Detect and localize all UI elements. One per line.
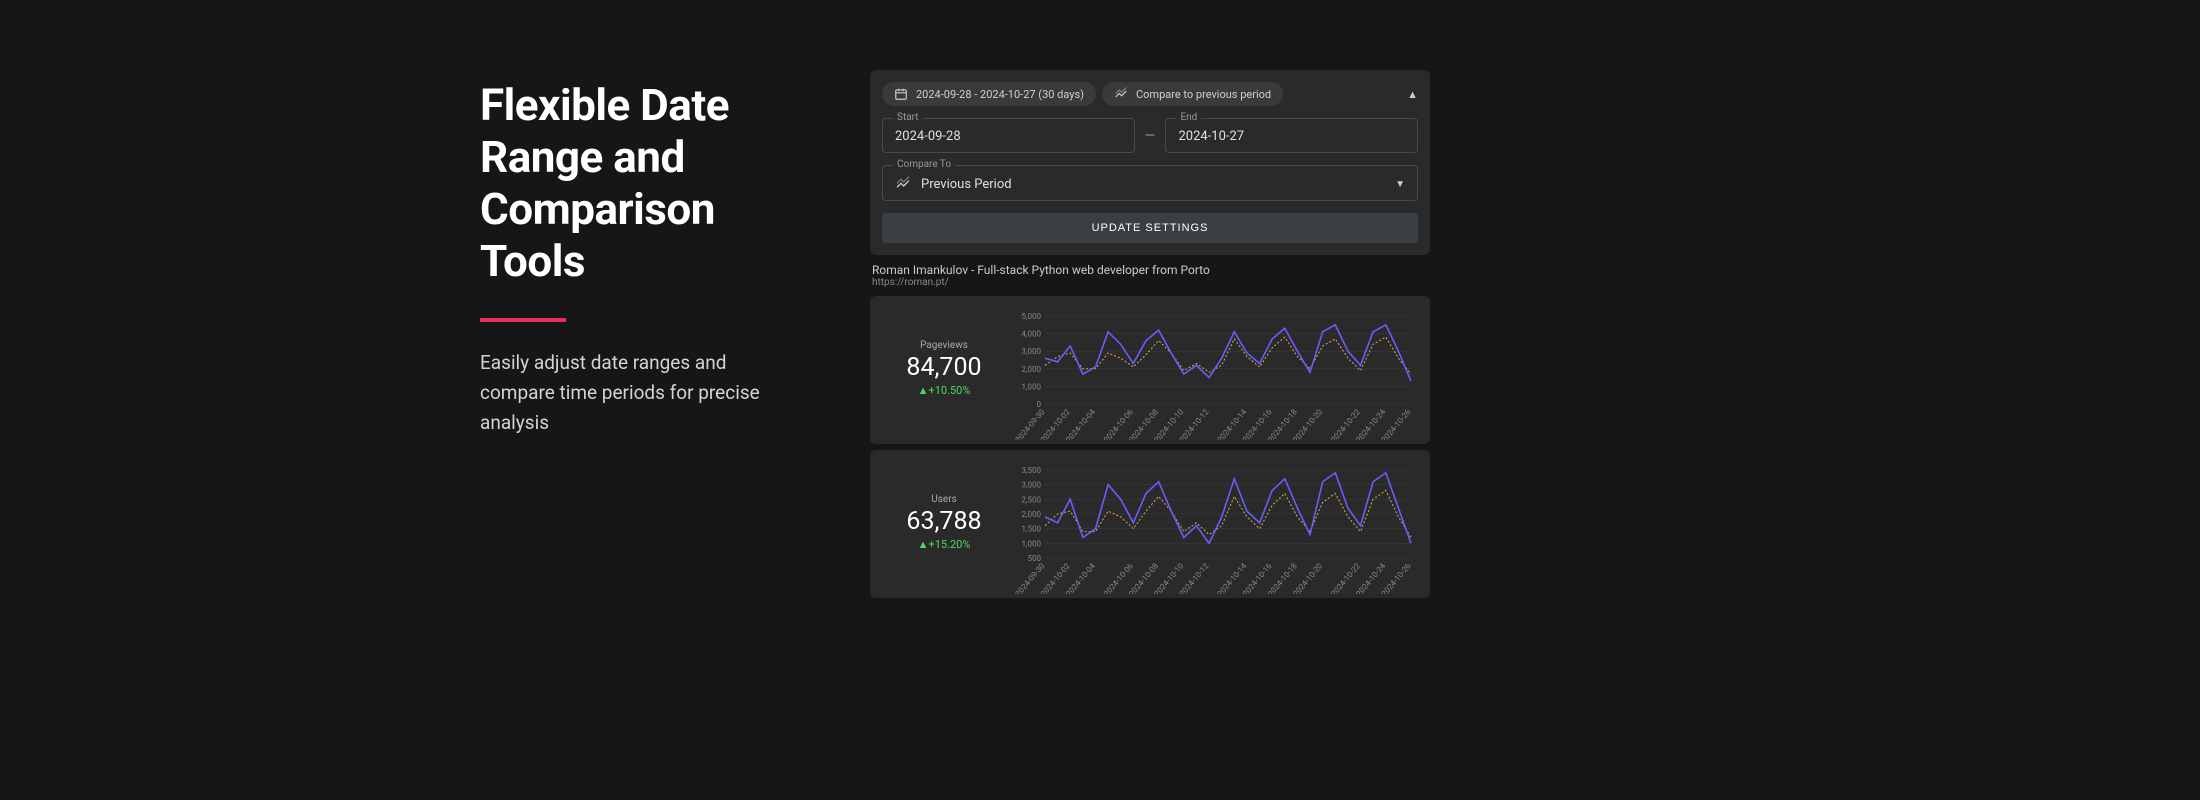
compare-to-value: Previous Period — [921, 177, 1395, 192]
feature-copy: Flexible Date Range and Comparison Tools… — [480, 70, 790, 598]
svg-text:2,500: 2,500 — [1021, 495, 1041, 504]
svg-text:4,000: 4,000 — [1021, 330, 1041, 339]
pageviews-label: Pageviews — [884, 340, 1004, 351]
svg-text:3,000: 3,000 — [1021, 481, 1041, 490]
svg-text:3,000: 3,000 — [1021, 347, 1041, 356]
svg-text:3,500: 3,500 — [1021, 466, 1041, 475]
title-underline — [480, 318, 566, 322]
start-label: Start — [893, 112, 923, 123]
svg-text:1,000: 1,000 — [1021, 539, 1041, 548]
users-label: Users — [884, 494, 1004, 505]
site-meta: Roman Imankulov - Full-stack Python web … — [870, 263, 1430, 290]
pageviews-card: Pageviews 84,700 ▲+10.50% 01,0002,0003,0… — [870, 296, 1430, 444]
svg-text:2,000: 2,000 — [1021, 510, 1041, 519]
compare-to-select[interactable]: Compare To Previous Period ▼ — [882, 165, 1418, 201]
compare-chip-text: Compare to previous period — [1136, 88, 1271, 101]
pageviews-chart: 01,0002,0003,0004,0005,0002024-09-302024… — [1014, 310, 1416, 440]
update-settings-button[interactable]: UPDATE SETTINGS — [882, 213, 1418, 243]
date-range-chip-text: 2024-09-28 - 2024-10-27 (30 days) — [916, 88, 1084, 101]
users-value: 63,788 — [884, 507, 1004, 536]
compare-icon — [1114, 87, 1128, 101]
users-delta: ▲+15.20% — [884, 538, 1004, 551]
end-date-field[interactable]: End 2024-10-27 — [1165, 118, 1418, 153]
site-name: Roman Imankulov - Full-stack Python web … — [872, 263, 1428, 277]
settings-panel: 2024-09-28 - 2024-10-27 (30 days) Compar… — [870, 70, 1430, 255]
pageviews-delta: ▲+10.50% — [884, 384, 1004, 397]
users-chart: 5001,0001,5002,0002,5003,0003,5002024-09… — [1014, 464, 1416, 594]
svg-text:2,000: 2,000 — [1021, 365, 1041, 374]
start-value: 2024-09-28 — [895, 129, 1122, 144]
svg-text:1,500: 1,500 — [1021, 525, 1041, 534]
site-url: https://roman.pt/ — [872, 277, 1428, 288]
users-card: Users 63,788 ▲+15.20% 5001,0001,5002,000… — [870, 450, 1430, 598]
svg-text:5,000: 5,000 — [1021, 312, 1041, 321]
dashboard-preview: 2024-09-28 - 2024-10-27 (30 days) Compar… — [870, 70, 1430, 598]
date-range-dash: — — [1145, 128, 1156, 144]
calendar-icon — [894, 87, 908, 101]
pageviews-value: 84,700 — [884, 353, 1004, 382]
collapse-icon[interactable]: ▲ — [1407, 88, 1418, 101]
feature-title: Flexible Date Range and Comparison Tools — [480, 80, 790, 288]
svg-text:1,000: 1,000 — [1021, 382, 1041, 391]
end-label: End — [1176, 112, 1201, 123]
end-value: 2024-10-27 — [1178, 129, 1405, 144]
stacked-line-icon — [895, 176, 911, 192]
date-range-chip[interactable]: 2024-09-28 - 2024-10-27 (30 days) — [882, 82, 1096, 106]
chevron-down-icon: ▼ — [1395, 179, 1405, 190]
compare-to-label: Compare To — [893, 159, 955, 170]
start-date-field[interactable]: Start 2024-09-28 — [882, 118, 1135, 153]
feature-description: Easily adjust date ranges and compare ti… — [480, 348, 790, 439]
compare-chip[interactable]: Compare to previous period — [1102, 82, 1283, 106]
